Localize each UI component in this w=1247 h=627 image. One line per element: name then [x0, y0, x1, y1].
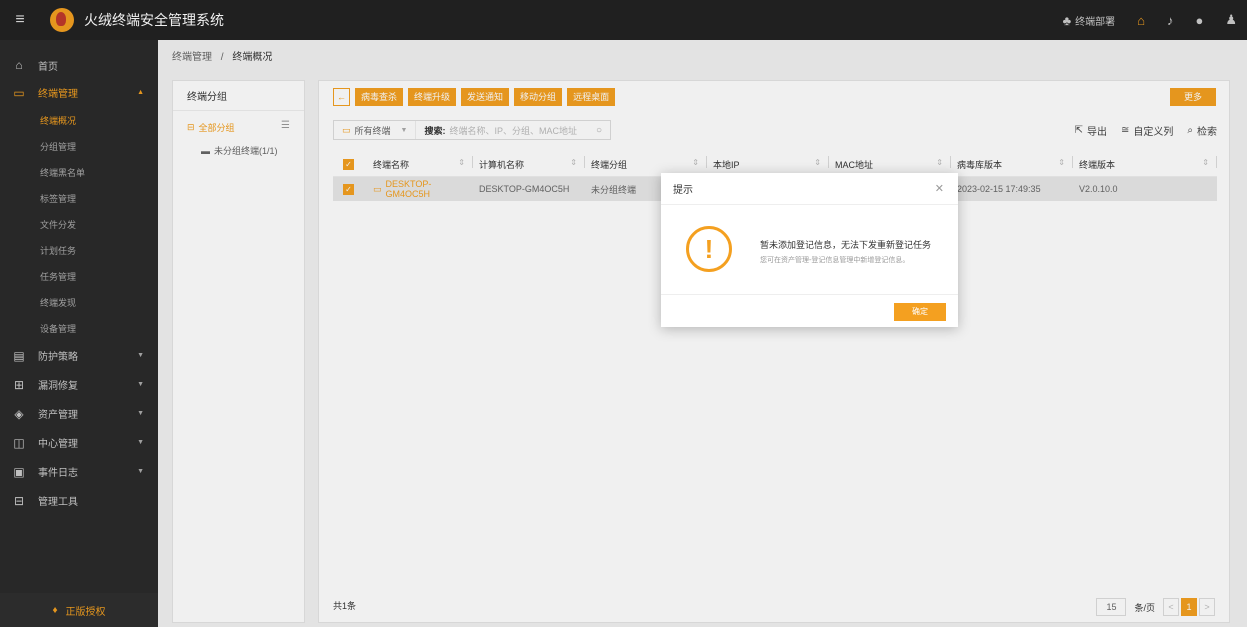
dialog-header: 提示 ✕ [661, 173, 958, 205]
confirm-button[interactable]: 确定 [894, 303, 946, 321]
close-icon[interactable]: ✕ [935, 182, 944, 195]
dialog-message: 暂未添加登记信息，无法下发重新登记任务 [760, 240, 932, 250]
modal-overlay[interactable] [0, 0, 1247, 627]
alert-dialog: 提示 ✕ ! 暂未添加登记信息，无法下发重新登记任务 您可在资产管理-登记信息管… [661, 173, 958, 327]
dialog-title: 提示 [673, 185, 693, 196]
warning-icon: ! [686, 226, 732, 272]
dialog-submessage: 您可在资产管理-登记信息管理中新增登记信息。 [760, 257, 910, 264]
dialog-body: ! 暂未添加登记信息，无法下发重新登记任务 您可在资产管理-登记信息管理中新增登… [661, 205, 958, 295]
